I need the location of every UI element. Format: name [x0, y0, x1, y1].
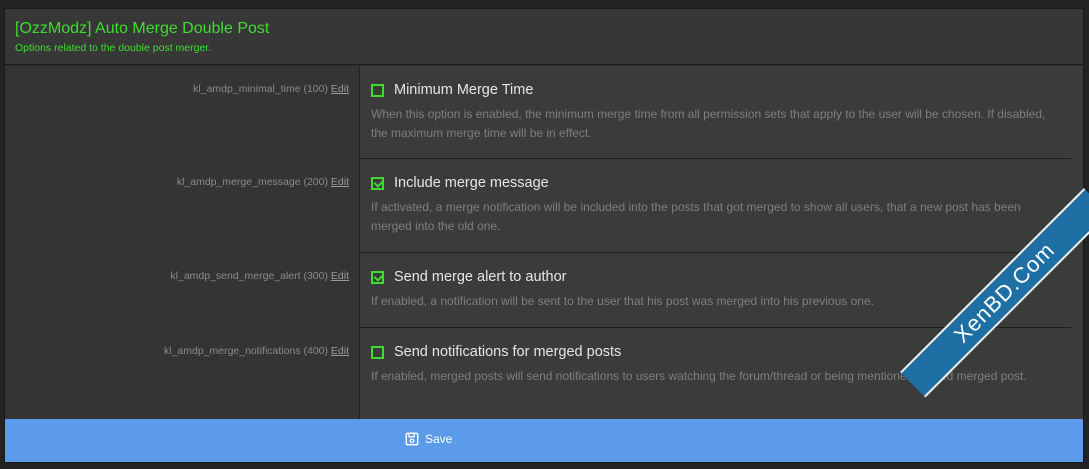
option-label[interactable]: Send notifications for merged posts [394, 344, 621, 360]
save-button[interactable]: Save [405, 432, 452, 446]
option-description: If enabled, merged posts will send notif… [371, 369, 1027, 383]
save-label: Save [425, 432, 453, 446]
floppy-disk-icon [405, 432, 419, 446]
option-row-merge-message: kl_amdp_merge_message (200) Edit Include… [5, 159, 1083, 253]
option-checkbox-row[interactable]: Send merge alert to author [371, 267, 1059, 287]
option-description: If activated, a merge notification will … [371, 200, 1021, 233]
option-checkbox-row[interactable]: Include merge message [371, 173, 1059, 193]
option-key: kl_amdp_merge_notifications (400) Edit [5, 344, 349, 358]
page-subtitle: Options related to the double post merge… [15, 42, 212, 54]
checkbox[interactable] [371, 345, 384, 359]
option-description: If enabled, a notification will be sent … [371, 294, 874, 308]
option-row-merge-alert: kl_amdp_send_merge_alert (300) Edit Send… [5, 253, 1083, 328]
checkbox-checked[interactable] [371, 176, 384, 190]
panel-header: [OzzModz] Auto Merge Double Post Options… [5, 9, 1083, 65]
option-key: kl_amdp_minimal_time (100) Edit [5, 82, 349, 96]
option-key: kl_amdp_merge_message (200) Edit [5, 175, 349, 189]
checkbox-checked[interactable] [371, 270, 384, 284]
form-submit-row: Save [5, 419, 1083, 462]
option-row-minimal-time: kl_amdp_minimal_time (100) Edit Minimum … [5, 66, 1083, 159]
page-title: [OzzModz] Auto Merge Double Post [15, 20, 270, 37]
edit-link[interactable]: Edit [331, 345, 349, 357]
option-label[interactable]: Include merge message [394, 175, 549, 191]
option-key-text: kl_amdp_merge_notifications (400) [163, 345, 328, 357]
option-checkbox-row[interactable]: Minimum Merge Time [371, 80, 1059, 100]
option-label[interactable]: Minimum Merge Time [394, 82, 533, 98]
edit-link[interactable]: Edit [331, 270, 349, 282]
checkbox[interactable] [371, 83, 384, 97]
option-body: Include merge message If activated, a me… [359, 159, 1071, 253]
option-key-text: kl_amdp_minimal_time (100) [193, 83, 328, 95]
option-key: kl_amdp_send_merge_alert (300) Edit [5, 269, 349, 283]
option-key-text: kl_amdp_merge_message (200) [176, 176, 328, 188]
edit-link[interactable]: Edit [331, 176, 349, 188]
option-label[interactable]: Send merge alert to author [394, 269, 567, 285]
option-body: Minimum Merge Time When this option is e… [359, 66, 1071, 159]
option-key-text: kl_amdp_send_merge_alert (300) [170, 270, 328, 282]
edit-link[interactable]: Edit [331, 83, 349, 95]
option-description: When this option is enabled, the minimum… [371, 107, 1046, 140]
